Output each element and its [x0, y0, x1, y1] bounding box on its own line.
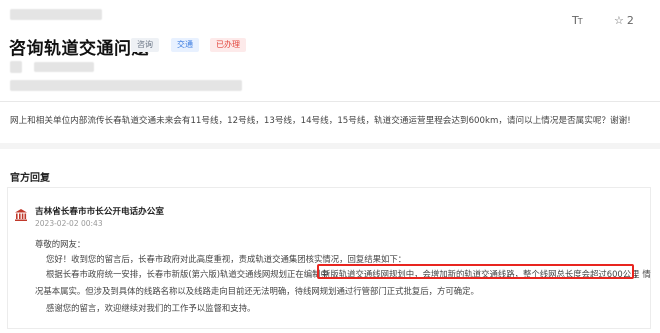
divider [0, 101, 660, 102]
government-building-icon [14, 207, 28, 221]
status-badge: 已办理 [210, 38, 246, 52]
reply-line-4: 感谢您的留言，欢迎继续对我们的工作予以监督和支持。 [46, 303, 256, 313]
meta-icon-blurred [10, 61, 22, 73]
meta-info-blurred [10, 80, 242, 91]
star-icon: ☆ [614, 14, 624, 27]
reply-line-2-suffix: ，情 [634, 269, 651, 279]
reply-greeting: 尊敬的网友： [35, 239, 86, 249]
reply-line-3: 况基本属实。但涉及到具体的线路名称以及线路走向目前还无法明确，待线网规划通过行管… [35, 286, 479, 296]
breadcrumb-blurred [10, 9, 102, 20]
tag-consult[interactable]: 咨询 [131, 38, 159, 52]
page-title: 咨询轨道交通问题 [9, 39, 149, 59]
tag-traffic[interactable]: 交通 [171, 38, 199, 52]
reply-date: 2023-02-02 00:43 [35, 219, 103, 228]
star-count: 2 [626, 14, 634, 27]
font-size-icon: TT [572, 14, 583, 27]
star-button[interactable]: ☆ 2 [614, 14, 634, 27]
font-size-button[interactable]: TT [572, 14, 583, 27]
section-separator [0, 143, 660, 149]
reply-line-2-prefix: 根据长春市政府统一安排，长春市新版(第六版)轨道交通线网规划正在编制中 [46, 269, 329, 279]
question-text: 网上和相关单位内部流传长春轨道交通未来会有11号线，12号线，13号线，14号线… [10, 116, 631, 126]
meta-text-blurred [34, 62, 94, 72]
reply-office-name: 吉林省长春市市长公开电话办公室 [35, 207, 164, 217]
official-reply-title: 官方回复 [10, 173, 50, 184]
highlight-annotation-box [317, 264, 634, 279]
